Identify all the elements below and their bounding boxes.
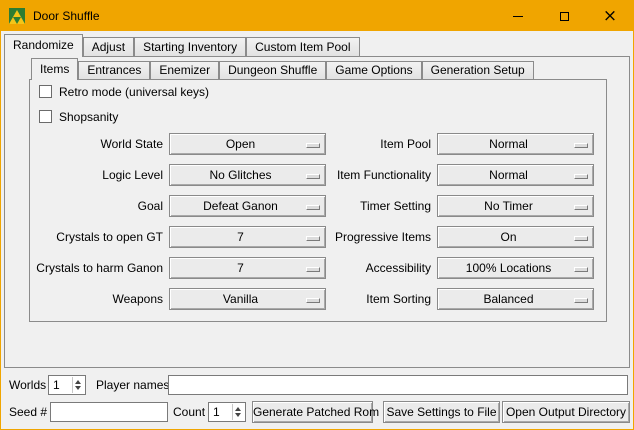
open-output-directory-button[interactable]: Open Output Directory (502, 401, 630, 423)
retro-mode-checkbox-box[interactable] (39, 85, 52, 98)
logic-level-label: Logic Level (9, 164, 163, 186)
dropdown-indicator-icon (306, 174, 320, 179)
window-title: Door Shuffle (33, 1, 100, 31)
crystals-harm-ganon-label: Crystals to harm Ganon (9, 257, 163, 279)
count-spinbox[interactable]: 1 (208, 402, 246, 422)
count-spinner-up-icon[interactable] (235, 407, 241, 411)
seed-input[interactable] (50, 402, 168, 422)
worlds-spinbox[interactable]: 1 (48, 375, 86, 395)
close-button[interactable]: × (587, 1, 633, 31)
dropdown-indicator-icon (574, 298, 588, 303)
seed-label: Seed # (9, 402, 47, 422)
world-state-label: World State (9, 133, 163, 155)
main-tab-bar: Randomize Adjust Starting Inventory Cust… (4, 34, 360, 57)
worlds-label: Worlds (9, 375, 46, 395)
count-spinner (232, 404, 244, 420)
dropdown-indicator-icon (574, 174, 588, 179)
tab-enemizer[interactable]: Enemizer (150, 61, 219, 80)
retro-mode-checkbox[interactable]: Retro mode (universal keys) (39, 84, 209, 99)
weapons-label: Weapons (9, 288, 163, 310)
timer-setting-label: Timer Setting (327, 195, 431, 217)
dropdown-indicator-icon (306, 205, 320, 210)
dropdown-indicator-icon (306, 236, 320, 241)
item-pool-dropdown[interactable]: Normal (437, 133, 594, 155)
sub-tab-bar: Items Entrances Enemizer Dungeon Shuffle… (31, 58, 534, 80)
item-sorting-dropdown[interactable]: Balanced (437, 288, 594, 310)
worlds-spinner-up-icon[interactable] (75, 380, 81, 384)
tab-generation-setup[interactable]: Generation Setup (422, 61, 534, 80)
maximize-button[interactable] (541, 1, 587, 31)
tab-randomize[interactable]: Randomize (4, 34, 83, 57)
accessibility-label: Accessibility (327, 257, 431, 279)
progressive-items-label: Progressive Items (327, 226, 431, 248)
generate-patched-rom-button[interactable]: Generate Patched Rom (252, 401, 373, 423)
dropdown-indicator-icon (306, 267, 320, 272)
dropdown-indicator-icon (574, 205, 588, 210)
tab-entrances[interactable]: Entrances (78, 61, 150, 80)
progressive-items-dropdown[interactable]: On (437, 226, 594, 248)
tab-game-options[interactable]: Game Options (326, 61, 421, 80)
maximize-icon (560, 12, 569, 21)
dropdown-indicator-icon (306, 143, 320, 148)
dropdown-indicator-icon (574, 143, 588, 148)
app-icon (9, 8, 25, 24)
accessibility-dropdown[interactable]: 100% Locations (437, 257, 594, 279)
crystals-harm-ganon-dropdown[interactable]: 7 (169, 257, 326, 279)
tab-adjust[interactable]: Adjust (83, 37, 134, 57)
tab-dungeon-shuffle[interactable]: Dungeon Shuffle (219, 61, 326, 80)
dropdown-indicator-icon (574, 236, 588, 241)
logic-level-dropdown[interactable]: No Glitches (169, 164, 326, 186)
tab-starting-inventory[interactable]: Starting Inventory (134, 37, 246, 57)
worlds-spinner-down-icon[interactable] (75, 386, 81, 390)
item-sorting-label: Item Sorting (327, 288, 431, 310)
player-names-label: Player names (96, 375, 169, 395)
item-functionality-dropdown[interactable]: Normal (437, 164, 594, 186)
shopsanity-label: Shopsanity (59, 110, 118, 124)
timer-setting-dropdown[interactable]: No Timer (437, 195, 594, 217)
crystals-open-gt-dropdown[interactable]: 7 (169, 226, 326, 248)
tab-items[interactable]: Items (31, 58, 78, 80)
item-pool-label: Item Pool (327, 133, 431, 155)
dropdown-indicator-icon (574, 267, 588, 272)
player-names-input[interactable] (168, 375, 628, 395)
count-label: Count (173, 402, 205, 422)
close-icon: × (603, 8, 617, 25)
minimize-icon (513, 16, 523, 17)
weapons-dropdown[interactable]: Vanilla (169, 288, 326, 310)
goal-dropdown[interactable]: Defeat Ganon (169, 195, 326, 217)
goal-label: Goal (9, 195, 163, 217)
minimize-button[interactable] (495, 1, 541, 31)
shopsanity-checkbox[interactable]: Shopsanity (39, 109, 118, 124)
retro-mode-label: Retro mode (universal keys) (59, 85, 209, 99)
door-shuffle-window: Door Shuffle × Randomize Adjust Starting… (0, 0, 634, 430)
dropdown-indicator-icon (306, 298, 320, 303)
item-functionality-label: Item Functionality (327, 164, 431, 186)
world-state-dropdown[interactable]: Open (169, 133, 326, 155)
worlds-spinner (72, 377, 84, 393)
count-spinner-down-icon[interactable] (235, 413, 241, 417)
crystals-open-gt-label: Crystals to open GT (9, 226, 163, 248)
save-settings-button[interactable]: Save Settings to File (383, 401, 500, 423)
title-bar[interactable]: Door Shuffle × (1, 1, 633, 31)
tab-custom-item-pool[interactable]: Custom Item Pool (246, 37, 359, 57)
shopsanity-checkbox-box[interactable] (39, 110, 52, 123)
